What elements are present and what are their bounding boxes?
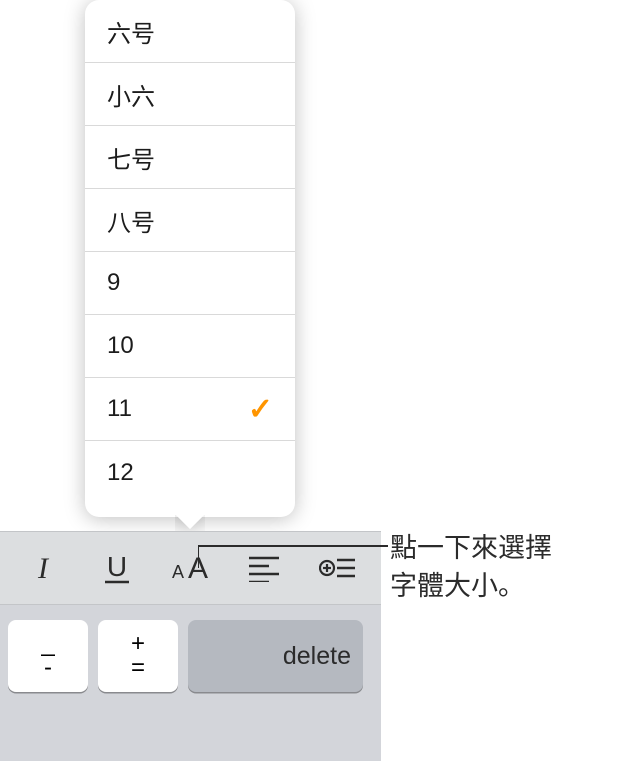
- key-underscore-minus[interactable]: _ -: [8, 620, 88, 692]
- svg-text:A: A: [172, 562, 184, 582]
- font-size-list: 六号 小六 七号 八号 9 10 11 ✓ 12: [85, 0, 295, 504]
- keyboard-row: _ - + = delete: [0, 605, 381, 761]
- key-label: delete: [283, 642, 351, 671]
- underline-icon: U: [100, 550, 134, 586]
- key-label-top: _: [41, 632, 54, 656]
- font-size-option[interactable]: 八号: [85, 189, 295, 252]
- svg-text:U: U: [107, 551, 127, 582]
- italic-button[interactable]: I: [13, 538, 73, 598]
- option-label: 12: [107, 459, 273, 487]
- font-size-option[interactable]: 七号: [85, 126, 295, 189]
- underline-button[interactable]: U: [87, 538, 147, 598]
- checkmark-icon: ✓: [248, 392, 273, 427]
- option-label: 六号: [107, 14, 273, 49]
- font-size-option[interactable]: 12: [85, 441, 295, 504]
- option-label: 七号: [107, 140, 273, 175]
- font-size-icon: A A: [168, 551, 212, 585]
- insert-icon: [319, 554, 357, 582]
- italic-icon: I: [29, 551, 57, 585]
- key-delete[interactable]: delete: [188, 620, 363, 692]
- key-label-top: +: [131, 632, 145, 656]
- option-label: 八号: [107, 203, 273, 238]
- font-size-popover: 六号 小六 七号 八号 9 10 11 ✓ 12: [85, 0, 295, 517]
- option-label: 10: [107, 332, 273, 360]
- option-label: 11: [107, 395, 248, 423]
- font-size-option[interactable]: 六号: [85, 0, 295, 63]
- svg-text:A: A: [188, 552, 208, 585]
- option-label: 小六: [107, 77, 273, 112]
- key-plus-equals[interactable]: + =: [98, 620, 178, 692]
- option-label: 9: [107, 269, 273, 297]
- font-size-option[interactable]: 小六: [85, 63, 295, 126]
- key-label-bottom: -: [44, 656, 52, 680]
- font-size-option[interactable]: 10: [85, 315, 295, 378]
- callout-line-1: 點一下來選擇: [390, 530, 610, 568]
- font-size-option[interactable]: 9: [85, 252, 295, 315]
- align-icon: [247, 554, 281, 582]
- format-toolbar: I U A A: [0, 531, 381, 605]
- align-button[interactable]: [234, 538, 294, 598]
- font-size-button[interactable]: A A: [160, 538, 220, 598]
- callout-line-2: 字體大小。: [390, 568, 610, 606]
- font-size-option-selected[interactable]: 11 ✓: [85, 378, 295, 441]
- insert-button[interactable]: [308, 538, 368, 598]
- popover-tail: [175, 515, 205, 531]
- callout-text: 點一下來選擇 字體大小。: [390, 530, 610, 606]
- svg-text:I: I: [37, 552, 50, 585]
- key-label-bottom: =: [131, 656, 145, 680]
